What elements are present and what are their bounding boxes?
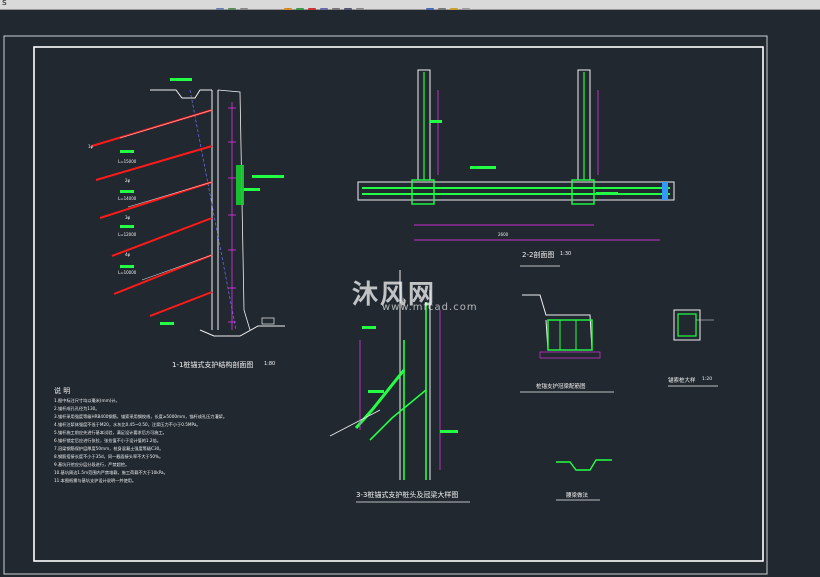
waler-title: 腰梁做法 bbox=[566, 493, 589, 499]
section-2-2-scale: 1:30 bbox=[560, 251, 572, 257]
pile-detail-title: 锚索桩大样 bbox=[668, 378, 696, 384]
note-1: 1.图中标注尺寸均以毫米(mm)计。 bbox=[54, 398, 120, 403]
note-10: 10.基坑周边1.5m范围内严禁堆载，施工荷载不大于10kPa。 bbox=[54, 470, 168, 475]
section-1-1-title: 1-1桩锚式支护结构剖面图 bbox=[172, 361, 254, 369]
anchor-label-5: 3φ bbox=[125, 215, 131, 220]
anchor-label-1: 1φ bbox=[88, 144, 94, 149]
anchor-label-2: L=15000 bbox=[118, 159, 137, 164]
note-11: 11.本图纸需与基坑支护设计说明一并使用。 bbox=[54, 478, 137, 483]
note-5: 5.锚杆施工前应先进行基本试验，满足设计要求后方可施工。 bbox=[54, 430, 167, 435]
cap-beam-detail bbox=[520, 294, 614, 393]
anchor-label-4: L=14000 bbox=[118, 196, 137, 201]
dim-2600: 2600 bbox=[498, 232, 509, 237]
watermark-url: www.mfcad.com bbox=[382, 302, 478, 313]
section-3-3-title: 3-3桩锚式支护桩头及冠梁大样图 bbox=[356, 491, 459, 499]
notes-heading: 说 明 bbox=[54, 387, 71, 395]
section-2-2 bbox=[357, 69, 675, 267]
note-4: 4.锚杆注浆体强度不低于M20，水灰比0.45~0.50，注浆压力不小于0.5M… bbox=[54, 422, 201, 427]
anchor-label-3: 2φ bbox=[125, 178, 131, 183]
note-3: 3.锚杆采用强度等级HRB400钢筋，锚索采用钢绞线，长度≥5000mm，锚杆成… bbox=[54, 414, 228, 419]
drawing-canvas[interactable]: 1φ L=15000 2φ L=14000 3φ L=12000 4φ L=10… bbox=[0, 10, 820, 577]
note-8: 8.钢筋搭接长度不小于35d，同一截面接头率不大于50%。 bbox=[54, 454, 164, 459]
section-1-1 bbox=[91, 78, 285, 337]
note-7: 7.冠梁钢筋保护层厚度50mm，桩身混凝土强度等级C30。 bbox=[54, 446, 164, 451]
note-9: 9.基坑开挖应分层分段进行，严禁超挖。 bbox=[54, 462, 130, 467]
anchor-label-7: 4φ bbox=[125, 252, 131, 257]
pile-detail-scale: 1:20 bbox=[702, 377, 713, 382]
toolbar: s bbox=[0, 0, 820, 15]
toolbar-group-3 bbox=[424, 0, 472, 15]
anchor-label-6: L=12000 bbox=[118, 232, 137, 237]
note-2: 2.锚杆成孔孔径为130。 bbox=[54, 406, 100, 411]
note-6: 6.锚杆锁定后应进行张拉，张拉值不小于设计值的1.2倍。 bbox=[54, 438, 161, 443]
cap-beam-title: 桩锚支护冠梁配筋图 bbox=[536, 384, 586, 390]
section-2-2-title: 2-2剖面图 bbox=[522, 251, 555, 259]
toolbar-group-1 bbox=[214, 0, 250, 15]
file-tab[interactable]: s bbox=[2, 0, 7, 8]
anchor-label-8: L=10000 bbox=[118, 270, 137, 275]
pile-detail bbox=[668, 309, 718, 387]
toolbar-group-2 bbox=[282, 0, 366, 15]
section-1-1-scale: 1:80 bbox=[264, 361, 276, 367]
